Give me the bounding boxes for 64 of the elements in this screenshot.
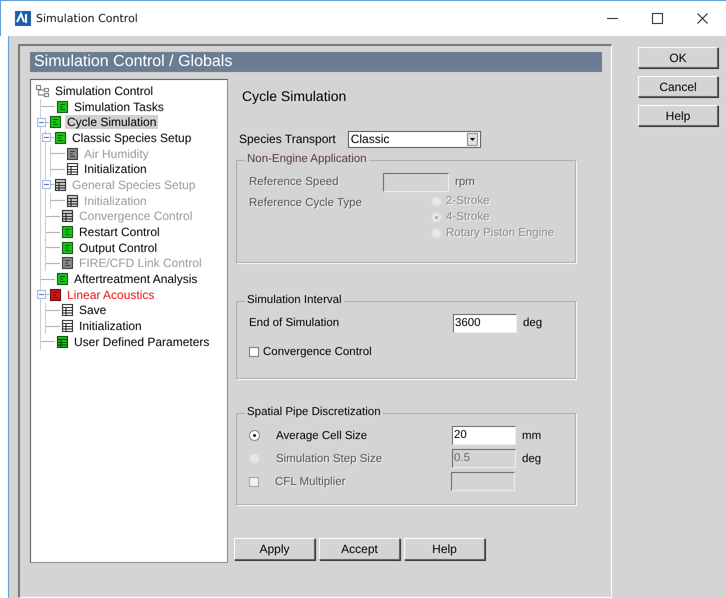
tree-item[interactable]: Restart Control <box>77 225 162 240</box>
unit-label: deg <box>523 317 542 329</box>
value-field[interactable]: 20 <box>452 426 516 445</box>
panel-header: Simulation Control / Globals <box>30 52 602 72</box>
field-label: Reference Cycle Type <box>249 196 363 211</box>
unit-label: mm <box>522 430 542 442</box>
tree-structure-icon <box>36 84 49 97</box>
collapse-icon[interactable] <box>37 118 46 127</box>
document-icon <box>55 132 66 144</box>
field-label: CFL Multiplier <box>275 476 347 488</box>
tree-item[interactable]: Linear Acoustics <box>65 288 156 302</box>
document-icon <box>50 116 61 128</box>
tree-item[interactable]: Save <box>77 303 108 318</box>
table-icon <box>55 178 66 191</box>
unit-label: rpm <box>455 176 475 188</box>
end-of-simulation-field[interactable]: 3600 <box>453 314 517 332</box>
document-icon <box>67 148 78 160</box>
window-title: Simulation Control <box>36 12 138 25</box>
value-field[interactable] <box>451 472 515 491</box>
tree-item[interactable]: Classic Species Setup <box>70 130 194 145</box>
tree-item[interactable]: Initialization <box>77 319 144 334</box>
tree-item[interactable]: Cycle Simulation <box>65 115 158 130</box>
document-icon <box>57 273 68 286</box>
collapse-icon[interactable] <box>42 133 51 142</box>
field-label: End of Simulation <box>249 317 340 329</box>
convergence-checkbox[interactable]: Convergence Control <box>249 346 372 358</box>
table-icon <box>62 320 73 332</box>
document-icon <box>62 242 73 254</box>
tree-item[interactable]: Output Control <box>77 240 160 255</box>
tree-item[interactable]: Aftertreatment Analysis <box>72 272 200 286</box>
group-title: Simulation Interval <box>245 294 344 306</box>
field-label: Reference Speed <box>249 175 340 190</box>
tree-item[interactable]: Simulation Control <box>53 84 156 98</box>
dialog-button[interactable]: Help <box>638 105 718 126</box>
tree-item[interactable]: User Defined Parameters <box>72 334 212 349</box>
dialog-button[interactable]: Cancel <box>638 76 718 97</box>
document-icon <box>57 100 68 113</box>
app-logo-icon <box>15 11 31 26</box>
document-icon <box>62 226 73 238</box>
group-title: Spatial Pipe Discretization <box>245 406 383 418</box>
table-icon <box>67 194 78 207</box>
field-label: Simulation Step Size <box>276 452 384 464</box>
dialog-button[interactable]: Help <box>404 538 485 560</box>
page-title: Cycle Simulation <box>242 88 348 106</box>
unit-label: deg <box>522 452 542 464</box>
document-icon <box>50 288 61 301</box>
dialog-button[interactable]: Accept <box>319 538 400 560</box>
field-label: Average Cell Size <box>276 430 368 442</box>
maximize-icon[interactable] <box>652 13 663 24</box>
tree-item[interactable]: Initialization <box>82 162 149 176</box>
table-icon <box>57 336 68 348</box>
group-title: Non-Engine Application <box>245 153 369 165</box>
table-icon <box>62 210 73 222</box>
tree-item[interactable]: Simulation Tasks <box>72 100 166 114</box>
table-icon <box>67 163 78 176</box>
dialog-button[interactable]: OK <box>638 47 718 68</box>
collapse-icon[interactable] <box>37 290 46 300</box>
dialog-button[interactable]: Apply <box>234 538 315 560</box>
table-icon <box>62 304 73 316</box>
radio-button[interactable] <box>249 430 260 441</box>
close-icon[interactable] <box>697 13 708 24</box>
species-transport-dropdown[interactable]: Classic <box>348 130 481 148</box>
document-icon <box>62 257 73 270</box>
field-label: Species Transport <box>239 132 336 146</box>
